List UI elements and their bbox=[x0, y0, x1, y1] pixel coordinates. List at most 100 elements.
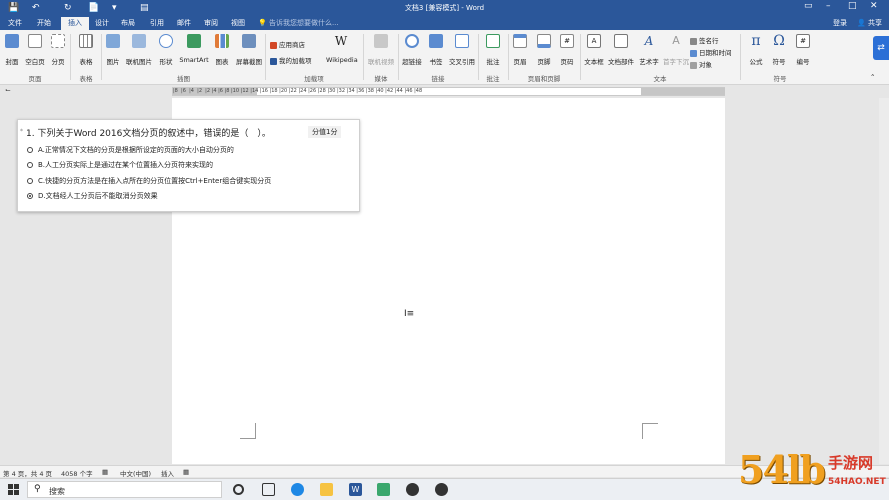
button-label: 首字下沉 bbox=[663, 58, 689, 66]
tell-me-text: 告诉我您想要做什么... bbox=[268, 19, 339, 27]
button-label: 联机视频 bbox=[368, 58, 394, 66]
signature-line-button[interactable]: 签名行 bbox=[690, 35, 719, 45]
text-cursor-icon: I≡ bbox=[404, 309, 415, 319]
group-links: 链接 bbox=[431, 75, 445, 83]
my-addins-button[interactable]: 我的加载项 bbox=[270, 55, 312, 65]
comment-button[interactable]: 批注 bbox=[478, 34, 508, 66]
table-button[interactable]: 表格 bbox=[71, 34, 101, 66]
object-button[interactable]: 对象 bbox=[690, 59, 712, 69]
login-link[interactable]: 登录 bbox=[833, 17, 847, 30]
window-title: 文档3 [兼容模式] - Word bbox=[404, 4, 485, 12]
ribbon-display-icon[interactable]: ▭ bbox=[804, 1, 813, 11]
date-time-button[interactable]: 日期和时间 bbox=[690, 47, 732, 57]
store-button[interactable]: 应用商店 bbox=[270, 39, 305, 49]
group-symbols: 符号 bbox=[773, 75, 787, 83]
option-label: C.快捷的分页方法是在插入点所在的分页位置按Ctrl+Enter组合键实现分页 bbox=[38, 177, 272, 185]
page-number-icon: # bbox=[560, 34, 574, 48]
file-explorer-icon[interactable] bbox=[320, 483, 333, 496]
number-button[interactable]: # 编号 bbox=[788, 34, 818, 66]
watermark-text: 手游网 bbox=[828, 454, 874, 472]
vertical-scrollbar[interactable] bbox=[879, 98, 889, 464]
edge-icon[interactable] bbox=[291, 483, 304, 496]
page-break-button[interactable]: 分页 bbox=[43, 34, 73, 66]
share-button[interactable]: 👤 共享 bbox=[857, 17, 882, 30]
tab-review[interactable]: 审阅 bbox=[200, 17, 222, 30]
tab-view[interactable]: 视图 bbox=[227, 17, 249, 30]
button-label: Wikipedia bbox=[326, 56, 358, 64]
minimize-button[interactable]: – bbox=[826, 1, 831, 11]
button-label: 文本框 bbox=[584, 58, 604, 66]
button-label: 批注 bbox=[486, 58, 500, 66]
option-d[interactable]: D.文档经人工分页后不能取消分页效果 bbox=[27, 191, 158, 201]
app-icon[interactable] bbox=[377, 483, 390, 496]
radio-selected-icon bbox=[27, 193, 33, 199]
group-pages: 页面 bbox=[28, 75, 42, 83]
hyperlink-icon bbox=[405, 34, 419, 48]
drop-cap-button[interactable]: A 首字下沉 bbox=[661, 34, 691, 66]
signature-line-label: 签名行 bbox=[699, 37, 719, 45]
collapse-ribbon-icon[interactable]: ⌃ bbox=[870, 73, 875, 81]
qq-icon[interactable] bbox=[406, 483, 419, 496]
cover-page-icon bbox=[5, 34, 19, 48]
option-c[interactable]: C.快捷的分页方法是在插入点所在的分页位置按Ctrl+Enter组合键实现分页 bbox=[27, 176, 271, 186]
wikipedia-button[interactable]: W Wikipedia bbox=[326, 34, 358, 64]
tab-file[interactable]: 文件 bbox=[2, 17, 28, 30]
wordart-button[interactable]: A 艺术字 bbox=[634, 34, 664, 66]
proofing-icon[interactable]: ▦ bbox=[102, 468, 108, 476]
page-number-button[interactable]: # 页码 bbox=[552, 34, 582, 66]
taskbar-search[interactable]: ⚲ 搜索 bbox=[27, 481, 222, 498]
word-count[interactable]: 4058 个字 bbox=[61, 468, 93, 478]
macro-icon[interactable]: ▦ bbox=[183, 468, 189, 476]
shapes-button[interactable]: 形状 bbox=[151, 34, 181, 66]
tab-home[interactable]: 开始 bbox=[31, 17, 57, 30]
cross-reference-icon bbox=[455, 34, 469, 48]
tab-mailings[interactable]: 邮件 bbox=[173, 17, 195, 30]
pi-icon: π bbox=[751, 33, 761, 49]
date-time-label: 日期和时间 bbox=[699, 49, 732, 57]
qq-icon[interactable] bbox=[435, 483, 448, 496]
insert-mode[interactable]: 插入 bbox=[161, 468, 174, 478]
option-a[interactable]: A.正常情况下文档的分页是根据所设定的页面的大小自动分页的 bbox=[27, 145, 234, 155]
close-button[interactable]: ✕ bbox=[870, 1, 878, 11]
margin-corner-mark bbox=[642, 423, 658, 439]
tab-design[interactable]: 设计 bbox=[91, 17, 113, 30]
windows-start-icon[interactable] bbox=[8, 484, 19, 495]
store-icon bbox=[270, 41, 277, 49]
chart-icon bbox=[215, 34, 229, 48]
search-placeholder: 搜索 bbox=[49, 487, 65, 496]
tell-me-search[interactable]: 💡 告诉我您想要做什么... bbox=[258, 17, 339, 30]
watermark-number: 54lb bbox=[738, 447, 826, 492]
maximize-button[interactable]: □ bbox=[848, 1, 857, 11]
button-label: 艺术字 bbox=[639, 58, 659, 66]
tab-selector-icon[interactable]: ⌙ bbox=[5, 86, 11, 94]
language[interactable]: 中文(中国) bbox=[120, 468, 151, 478]
smartart-icon bbox=[187, 34, 201, 48]
button-label: 页码 bbox=[560, 58, 574, 66]
word-icon[interactable]: W bbox=[349, 483, 362, 496]
search-icon: ⚲ bbox=[34, 484, 41, 494]
online-video-icon bbox=[374, 34, 388, 48]
cross-reference-button[interactable]: 交叉引用 bbox=[447, 34, 477, 66]
floating-share-icon[interactable]: ⇄ bbox=[873, 36, 889, 60]
margin-corner-mark bbox=[240, 423, 256, 439]
ribbon-tabs: 文件 开始 插入 设计 布局 引用 邮件 审阅 视图 💡 告诉我您想要做什么..… bbox=[0, 17, 889, 30]
shapes-icon bbox=[159, 34, 173, 48]
option-b[interactable]: B.人工分页实际上是通过在某个位置插入分页符来实现的 bbox=[27, 160, 213, 170]
tab-references[interactable]: 引用 bbox=[146, 17, 168, 30]
page-count[interactable]: 第 4 页，共 4 页 bbox=[3, 468, 52, 478]
task-view-icon[interactable] bbox=[262, 483, 275, 496]
smartart-button[interactable]: SmartArt bbox=[179, 34, 209, 64]
cortana-icon[interactable] bbox=[233, 484, 244, 495]
comment-icon bbox=[486, 34, 500, 48]
quick-parts-button[interactable]: 文档部件 bbox=[606, 34, 636, 66]
tab-insert[interactable]: 插入 bbox=[61, 17, 89, 30]
online-pictures-button[interactable]: 联机图片 bbox=[124, 34, 154, 66]
chart-button[interactable]: 图表 bbox=[207, 34, 237, 66]
screenshot-button[interactable]: 屏幕截图 bbox=[234, 34, 264, 66]
text-box-icon: A bbox=[587, 34, 601, 48]
online-video-button[interactable]: 联机视频 bbox=[366, 34, 396, 66]
tab-layout[interactable]: 布局 bbox=[117, 17, 139, 30]
horizontal-ruler[interactable]: |8 |6 |4 |2 |2 |4 |6 |8 |10 |12 |14 |16 … bbox=[172, 87, 725, 96]
text-box-button[interactable]: A 文本框 bbox=[579, 34, 609, 66]
title-bar: 💾 ↶ ↻ 📄 ▾ ▤ 文档3 [兼容模式] - Word ▭ – □ ✕ bbox=[0, 0, 889, 17]
